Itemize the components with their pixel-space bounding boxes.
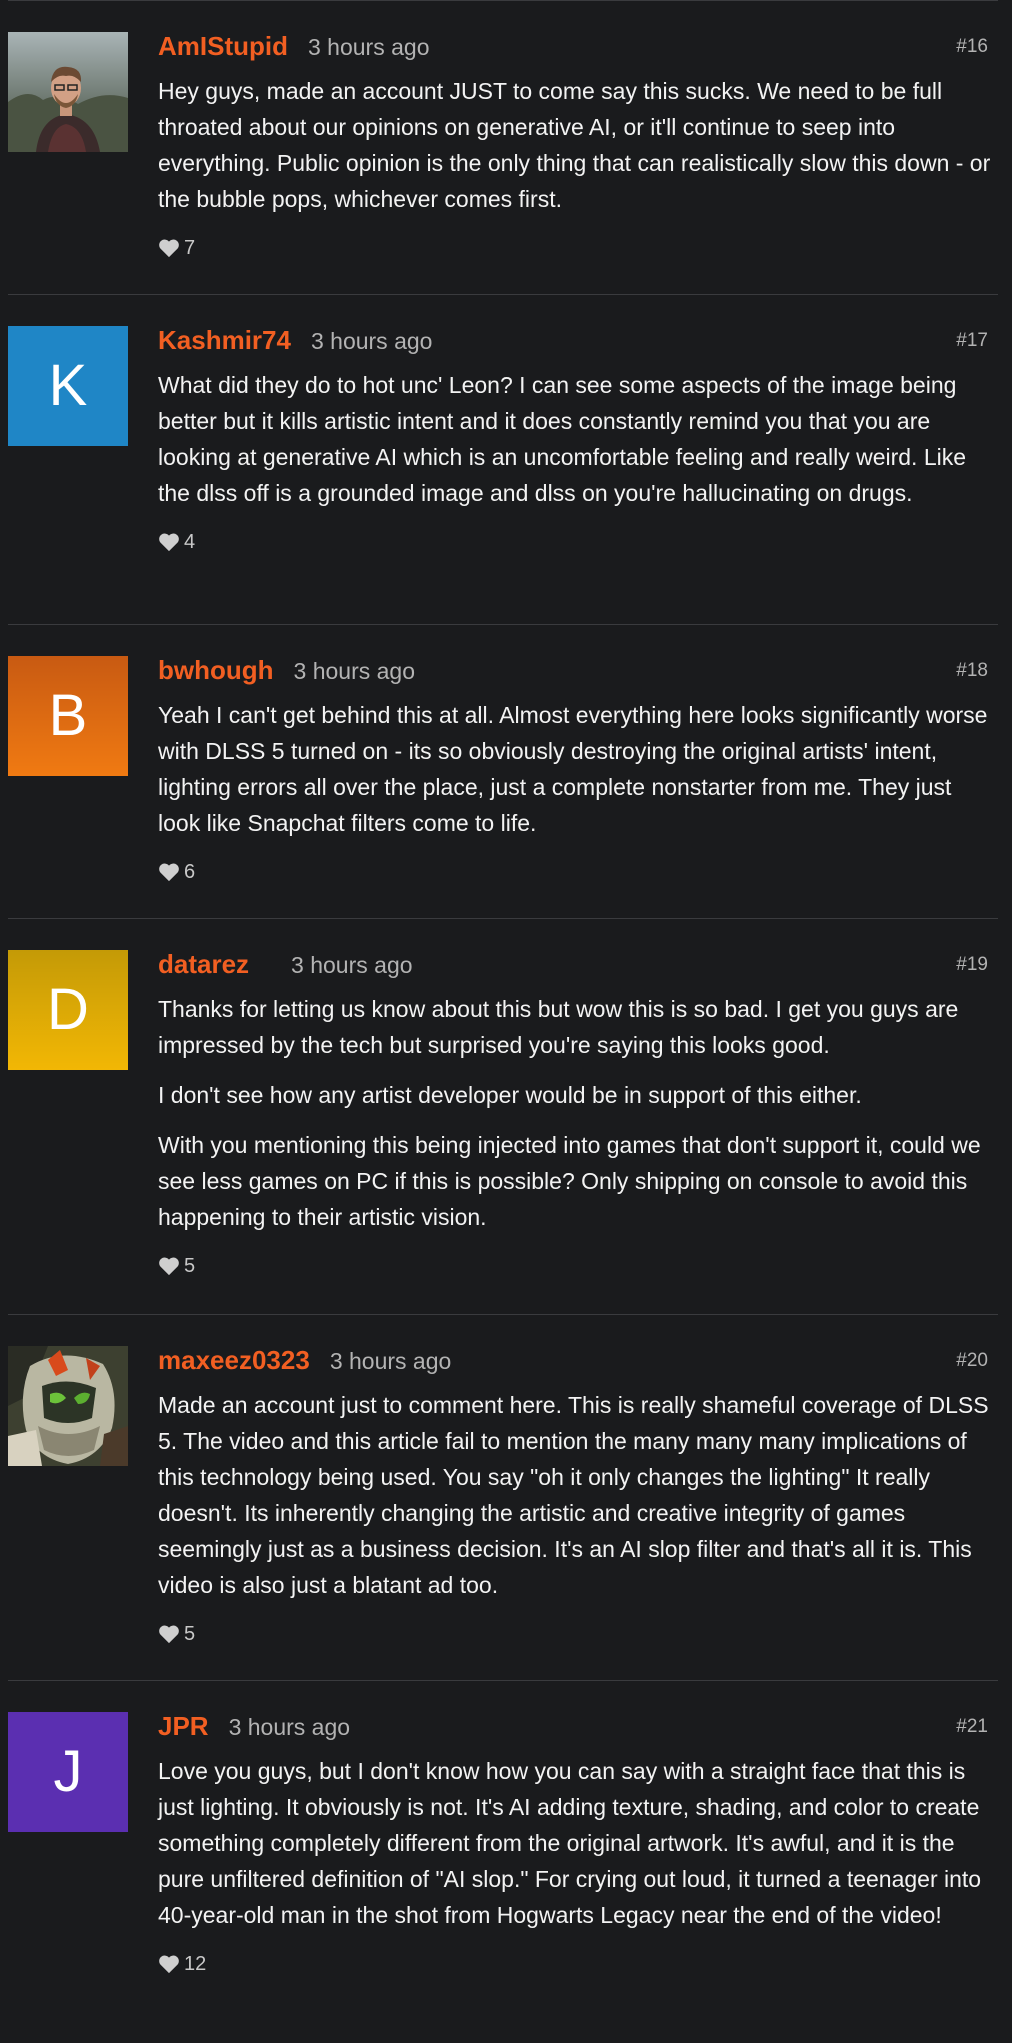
like-count: 5 [184,1622,196,1645]
comment-text: Yeah I can't get behind this at all. Alm… [158,702,988,836]
like-count: 12 [184,1952,207,1975]
comment-text: What did they do to hot unc' Leon? I can… [158,372,967,506]
comment: K Kashmir74 3 hours ago #17 What did the… [8,295,998,625]
heart-icon [159,533,179,552]
avatar[interactable]: K [8,326,128,446]
comment-meta: JPR 3 hours ago [158,1711,998,1745]
comment-body: Love you guys, but I don't know how you … [158,1753,998,1933]
comment: D datarez 3 hours ago #19 Thanks for let… [8,919,998,1315]
avatar[interactable] [8,32,128,152]
comment: AmIStupid 3 hours ago #16 Hey guys, made… [8,1,998,295]
comment-text: Hey guys, made an account JUST to come s… [158,78,991,212]
comment-meta: AmIStupid 3 hours ago [158,31,998,65]
comment-body: What did they do to hot unc' Leon? I can… [158,367,998,511]
like-button[interactable]: 4 [158,527,998,557]
like-button[interactable]: 7 [158,233,998,263]
avatar-initial: B [48,683,88,748]
timestamp[interactable]: 3 hours ago [330,1348,451,1375]
comment-number[interactable]: #21 [956,1716,988,1738]
comment-text: I don't see how any artist developer wou… [158,1082,862,1108]
comment-number[interactable]: #19 [956,954,988,976]
comment-meta: bwhough 3 hours ago [158,655,998,689]
heart-icon [159,1955,179,1974]
comment-meta: maxeez0323 3 hours ago [158,1345,998,1379]
comment-list: AmIStupid 3 hours ago #16 Hey guys, made… [8,0,998,2037]
comment-body: Made an account just to comment here. Th… [158,1387,998,1603]
like-count: 5 [184,1254,196,1277]
like-button[interactable]: 6 [158,857,998,887]
comment-number[interactable]: #20 [956,1350,988,1372]
comment-number[interactable]: #18 [956,660,988,682]
comment: B bwhough 3 hours ago #18 Yeah I can't g… [8,625,998,919]
avatar[interactable]: D [8,950,128,1070]
comment-meta: datarez 3 hours ago [158,949,998,983]
comment-text: Love you guys, but I don't know how you … [158,1758,982,1928]
username[interactable]: datarez [158,949,249,980]
comment-body: Thanks for letting us know about this bu… [158,991,998,1235]
username[interactable]: AmIStupid [158,31,288,62]
comment-text: With you mentioning this being injected … [158,1132,981,1230]
like-count: 6 [184,860,196,883]
heart-icon [159,1257,179,1276]
avatar[interactable] [8,1346,128,1466]
avatar[interactable]: J [8,1712,128,1832]
like-button[interactable]: 5 [158,1619,998,1649]
timestamp[interactable]: 3 hours ago [311,328,432,355]
comment-text: Thanks for letting us know about this bu… [158,996,959,1058]
like-button[interactable]: 5 [158,1251,998,1281]
timestamp[interactable]: 3 hours ago [291,952,412,979]
comment-number[interactable]: #17 [956,330,988,352]
username[interactable]: bwhough [158,655,274,686]
like-count: 7 [184,236,196,259]
avatar-initial: D [47,977,89,1042]
like-count: 4 [184,530,196,553]
avatar[interactable]: B [8,656,128,776]
like-button[interactable]: 12 [158,1949,998,1979]
comment: maxeez0323 3 hours ago #20 Made an accou… [8,1315,998,1681]
comment-text: Made an account just to comment here. Th… [158,1392,989,1598]
heart-icon [159,239,179,258]
username[interactable]: JPR [158,1711,209,1742]
comment-number[interactable]: #16 [956,36,988,58]
avatar-initial: J [53,1739,83,1804]
heart-icon [159,1625,179,1644]
timestamp[interactable]: 3 hours ago [308,34,429,61]
timestamp[interactable]: 3 hours ago [294,658,415,685]
avatar-initial: K [48,353,88,418]
comment-body: Yeah I can't get behind this at all. Alm… [158,697,998,841]
heart-icon [159,863,179,882]
timestamp[interactable]: 3 hours ago [229,1714,350,1741]
username[interactable]: maxeez0323 [158,1345,310,1376]
comment-meta: Kashmir74 3 hours ago [158,325,998,359]
comment: J JPR 3 hours ago #21 Love you guys, but… [8,1681,998,2037]
comment-body: Hey guys, made an account JUST to come s… [158,73,998,217]
username[interactable]: Kashmir74 [158,325,291,356]
